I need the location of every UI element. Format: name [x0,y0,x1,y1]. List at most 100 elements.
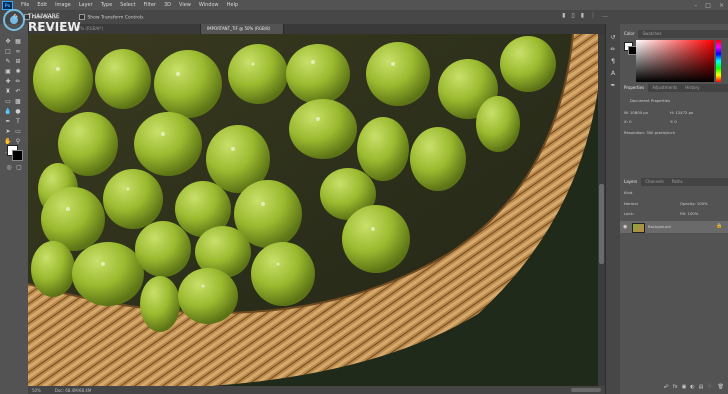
quick-select-tool-icon[interactable]: ✎ [4,58,12,66]
frame-tool-icon[interactable]: ▣ [4,68,12,76]
type-tool-icon[interactable]: T [14,118,22,126]
document-image[interactable] [28,34,598,386]
move-tool-icon[interactable]: ✥ [4,38,12,46]
link-layers-icon[interactable]: ☍ [664,384,669,394]
document-size: Doc: 68.4M/68.4M [54,387,92,393]
new-layer-icon[interactable]: ➕ [707,384,713,394]
tab-document-2[interactable]: IMPORTANT_TIF @ 50% (RGB/8) [201,24,284,34]
marquee-tool-icon[interactable]: □ [4,48,12,56]
visibility-eye-icon[interactable]: ◉ [623,224,627,230]
dodge-tool-icon[interactable]: ● [14,108,22,116]
history-panel-icon[interactable]: ↺ [609,34,617,42]
blur-tool-icon[interactable]: 💧 [4,108,12,116]
fruit [154,50,222,118]
adjustment-layer-icon[interactable]: ◐ [690,384,694,394]
tab-adjustments[interactable]: Adjustments [648,84,681,92]
svg-text:THAIWARE: THAIWARE [27,13,60,20]
vertical-scrollbar[interactable] [598,34,605,386]
fruit [286,44,350,104]
layer-filter-kind[interactable]: Kind [624,190,632,195]
width-field[interactable]: W: 10800 px [624,110,648,115]
eyedropper-tool-icon[interactable]: ✺ [14,68,22,76]
tab-color[interactable]: Color [620,30,639,38]
align-right-icon[interactable]: ▮ [581,12,584,19]
scrollbar-thumb[interactable] [599,184,604,264]
menu-window[interactable]: Window [195,2,223,8]
menu-type[interactable]: Type [97,2,116,8]
color-panel-tabs: Color Swatches [620,30,728,38]
tab-paths[interactable]: Paths [668,178,687,186]
fruit [33,45,93,113]
lasso-tool-icon[interactable]: ∞ [14,48,22,56]
tab-properties[interactable]: Properties [620,84,649,92]
shape-tool-icon[interactable]: ▭ [14,128,22,136]
hue-slider[interactable] [716,40,721,82]
menu-3d[interactable]: 3D [160,2,175,8]
eraser-tool-icon[interactable]: ▭ [4,98,12,106]
align-center-icon[interactable]: ▯ [571,12,574,19]
minimize-icon[interactable]: – [694,2,697,9]
pen-tool-icon[interactable]: ✒ [4,118,12,126]
right-panels: Color Swatches Properties Adjustments Hi… [620,24,728,394]
menu-filter[interactable]: Filter [140,2,160,8]
fruit [357,117,409,181]
history-brush-icon[interactable]: ↶ [14,88,22,96]
fruit [31,241,75,297]
distribute-icon[interactable]: ⋮ [590,12,596,19]
gradient-tool-icon[interactable]: ▩ [14,98,22,106]
fruit [289,99,357,159]
path-select-icon[interactable]: ➤ [4,128,12,136]
fruit [228,44,288,104]
background-color-swatch[interactable] [12,150,23,161]
align-controls: ▮ ▯ ▮ ⋮ … [562,12,608,19]
fruit [135,221,191,277]
tab-layers[interactable]: Layers [620,178,642,186]
color-picker-field[interactable] [636,40,714,82]
menu-help[interactable]: Help [223,2,242,8]
healing-brush-icon[interactable]: ✚ [4,78,12,86]
character-icon[interactable]: A [609,70,617,78]
layer-style-icon[interactable]: fx [673,384,678,394]
brush-tool-icon[interactable]: ✏ [14,78,22,86]
zoom-level[interactable]: 50% [32,388,41,393]
height-field[interactable]: H: 12472 px [670,110,693,115]
lock-label: Lock: [624,211,634,216]
quick-mask-icon[interactable]: ◎ [5,164,13,172]
layer-thumbnail [632,223,645,233]
horizontal-scrollbar[interactable] [571,388,601,392]
close-icon[interactable]: × [719,2,724,9]
y-field[interactable]: Y: 0 [670,119,677,124]
crop-tool-icon[interactable]: ⊞ [14,58,22,66]
tab-swatches[interactable]: Swatches [638,30,665,38]
menu-view[interactable]: View [175,2,195,8]
fruit [342,205,410,273]
layer-row-background[interactable]: ◉ Background 🔒 [620,221,728,233]
x-field[interactable]: X: 0 [624,119,632,124]
blend-mode-select[interactable]: Normal [624,201,638,206]
paths-icon[interactable]: ✒ [609,82,617,90]
new-group-icon[interactable]: ▤ [699,384,704,394]
svg-text:REVIEW: REVIEW [28,20,81,34]
fruit [95,49,151,109]
properties-title: Document Properties [630,98,671,103]
brush-settings-icon[interactable]: ✏ [609,46,617,54]
more-icon[interactable]: … [602,12,608,19]
canvas-area[interactable] [28,34,598,386]
status-bar: 50% Doc: 68.4M/68.4M [28,386,605,394]
fill-field[interactable]: Fill: 100% [680,211,698,216]
maximize-icon[interactable]: □ [705,2,711,9]
screen-mode-icon[interactable]: ▢ [15,164,23,172]
layer-name[interactable]: Background [648,224,671,229]
artboard-tool-icon[interactable]: ▦ [14,38,22,46]
align-left-icon[interactable]: ▮ [562,12,565,19]
paragraph-icon[interactable]: ¶ [609,58,617,66]
resolution-field: Resolution: 300 pixels/inch [624,130,675,135]
tab-channels[interactable]: Channels [641,178,668,186]
menu-select[interactable]: Select [116,2,139,8]
tab-history[interactable]: History [681,84,703,92]
opacity-field[interactable]: Opacity: 100% [680,201,708,206]
add-mask-icon[interactable]: ▣ [682,384,687,394]
delete-layer-icon[interactable]: 🗑 [718,384,724,394]
clone-stamp-icon[interactable]: ♜ [4,88,12,96]
fruit [178,268,238,324]
